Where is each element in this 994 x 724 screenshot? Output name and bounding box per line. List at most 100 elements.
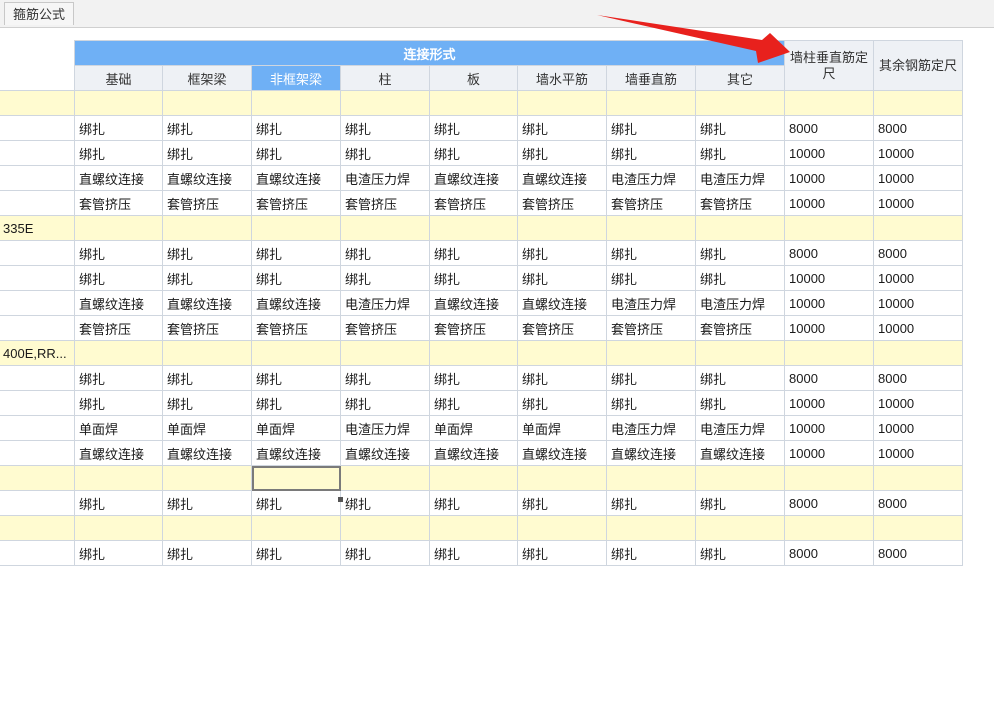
grid-cell[interactable]: 绑扎 [340, 490, 430, 516]
grid-cell[interactable]: 绑扎 [429, 490, 518, 516]
grid-cell[interactable] [695, 215, 785, 241]
grid-cell[interactable]: 套管挤压 [606, 315, 696, 341]
grid-cell[interactable]: 绑扎 [74, 490, 163, 516]
grid-cell[interactable]: 套管挤压 [340, 190, 430, 216]
grid-cell[interactable]: 套管挤压 [251, 190, 341, 216]
grid-cell[interactable]: 电渣压力焊 [340, 415, 430, 441]
grid-cell[interactable]: 绑扎 [429, 240, 518, 266]
grid-cell[interactable]: 直螺纹连接 [162, 290, 252, 316]
grid-cell[interactable]: 8000 [784, 490, 874, 516]
grid-cell[interactable]: 单面焊 [74, 415, 163, 441]
grid-cell[interactable] [606, 465, 696, 491]
grid-cell[interactable]: 10000 [784, 415, 874, 441]
column-header-other[interactable]: 其它 [695, 65, 785, 91]
grid-cell[interactable]: 10000 [784, 165, 874, 191]
grid-cell[interactable] [251, 465, 341, 491]
grid-cell[interactable]: 10000 [784, 190, 874, 216]
grid-cell[interactable] [429, 215, 518, 241]
grid-cell[interactable]: 绑扎 [695, 490, 785, 516]
grid-cell[interactable]: 套管挤压 [74, 315, 163, 341]
grid-cell[interactable]: 直螺纹连接 [606, 440, 696, 466]
grid-cell[interactable]: 电渣压力焊 [340, 290, 430, 316]
grid-cell[interactable] [517, 90, 607, 116]
grid-cell[interactable] [873, 465, 963, 491]
grid-cell[interactable]: 绑扎 [340, 365, 430, 391]
grid-cell[interactable]: 绑扎 [251, 140, 341, 166]
column-header-column[interactable]: 柱 [340, 65, 430, 91]
grid-cell[interactable]: 10000 [873, 290, 963, 316]
grid-cell[interactable]: 直螺纹连接 [251, 165, 341, 191]
grid-cell[interactable] [162, 340, 252, 366]
grid-cell[interactable]: 绑扎 [429, 265, 518, 291]
grid-cell[interactable]: 绑扎 [251, 540, 341, 566]
grid-cell[interactable] [606, 90, 696, 116]
grid-cell[interactable]: 绑扎 [606, 540, 696, 566]
grid-cell[interactable]: 绑扎 [517, 140, 607, 166]
grid-cell[interactable]: 绑扎 [74, 115, 163, 141]
grid-cell[interactable] [784, 465, 874, 491]
grid-cell[interactable]: 绑扎 [340, 390, 430, 416]
grid-cell[interactable]: 直螺纹连接 [517, 440, 607, 466]
grid-cell[interactable]: 绑扎 [695, 390, 785, 416]
grid-cell[interactable]: 10000 [873, 440, 963, 466]
grid-cell[interactable]: 绑扎 [74, 240, 163, 266]
grid-cell[interactable] [606, 340, 696, 366]
grid-cell[interactable] [784, 90, 874, 116]
grid-cell[interactable]: 绑扎 [162, 240, 252, 266]
grid-cell[interactable]: 8000 [784, 240, 874, 266]
grid-cell[interactable]: 套管挤压 [517, 190, 607, 216]
grid-cell[interactable] [784, 340, 874, 366]
grid-cell[interactable]: 电渣压力焊 [606, 415, 696, 441]
grid-cell[interactable]: 绑扎 [606, 490, 696, 516]
grid-cell[interactable]: 套管挤压 [429, 315, 518, 341]
grid-cell[interactable]: 绑扎 [517, 390, 607, 416]
grid-cell[interactable] [429, 465, 518, 491]
grid-cell[interactable] [340, 515, 430, 541]
grid-cell[interactable]: 直螺纹连接 [429, 290, 518, 316]
grid-cell[interactable]: 直螺纹连接 [74, 165, 163, 191]
grid-cell[interactable]: 10000 [873, 415, 963, 441]
grid-cell[interactable]: 绑扎 [162, 390, 252, 416]
grid-cell[interactable]: 直螺纹连接 [162, 165, 252, 191]
grid-cell[interactable]: 8000 [784, 540, 874, 566]
grid-cell[interactable]: 直螺纹连接 [695, 440, 785, 466]
grid-cell[interactable]: 绑扎 [251, 240, 341, 266]
column-header-slab[interactable]: 板 [429, 65, 518, 91]
grid-cell[interactable]: 电渣压力焊 [606, 290, 696, 316]
grid-cell[interactable]: 单面焊 [429, 415, 518, 441]
wall-column-vertical-length-header[interactable]: 墙柱垂直筋定尺 [784, 40, 874, 91]
grid-cell[interactable]: 8000 [784, 115, 874, 141]
grid-cell[interactable]: 8000 [873, 365, 963, 391]
grid-cell[interactable]: 绑扎 [340, 140, 430, 166]
grid-cell[interactable] [517, 340, 607, 366]
grid-cell[interactable]: 8000 [784, 365, 874, 391]
grid-cell[interactable]: 绑扎 [162, 140, 252, 166]
grid-cell[interactable] [74, 90, 163, 116]
grid-cell[interactable]: 绑扎 [429, 140, 518, 166]
grid-cell[interactable] [74, 215, 163, 241]
grid-cell[interactable]: 绑扎 [340, 540, 430, 566]
grid-cell[interactable]: 绑扎 [695, 365, 785, 391]
grid-cell[interactable]: 10000 [784, 315, 874, 341]
grid-cell[interactable]: 电渣压力焊 [340, 165, 430, 191]
grid-cell[interactable] [429, 90, 518, 116]
grid-cell[interactable] [695, 340, 785, 366]
grid-cell[interactable]: 10000 [784, 390, 874, 416]
grid-cell[interactable]: 绑扎 [251, 390, 341, 416]
grid-cell[interactable] [784, 215, 874, 241]
grid-cell[interactable]: 绑扎 [606, 240, 696, 266]
grid-cell[interactable]: 绑扎 [606, 365, 696, 391]
grid-cell[interactable] [162, 465, 252, 491]
grid-cell[interactable]: 绑扎 [606, 265, 696, 291]
grid-cell[interactable]: 绑扎 [517, 365, 607, 391]
grid-cell[interactable]: 电渣压力焊 [695, 165, 785, 191]
grid-cell[interactable]: 绑扎 [74, 390, 163, 416]
grid-cell[interactable]: 绑扎 [606, 140, 696, 166]
grid-cell[interactable] [340, 340, 430, 366]
grid-cell[interactable]: 电渣压力焊 [695, 290, 785, 316]
grid-cell[interactable]: 8000 [873, 490, 963, 516]
grid-cell[interactable]: 套管挤压 [695, 190, 785, 216]
column-header-frame-beam[interactable]: 框架梁 [162, 65, 252, 91]
grid-cell[interactable]: 套管挤压 [251, 315, 341, 341]
grid-cell[interactable] [251, 90, 341, 116]
